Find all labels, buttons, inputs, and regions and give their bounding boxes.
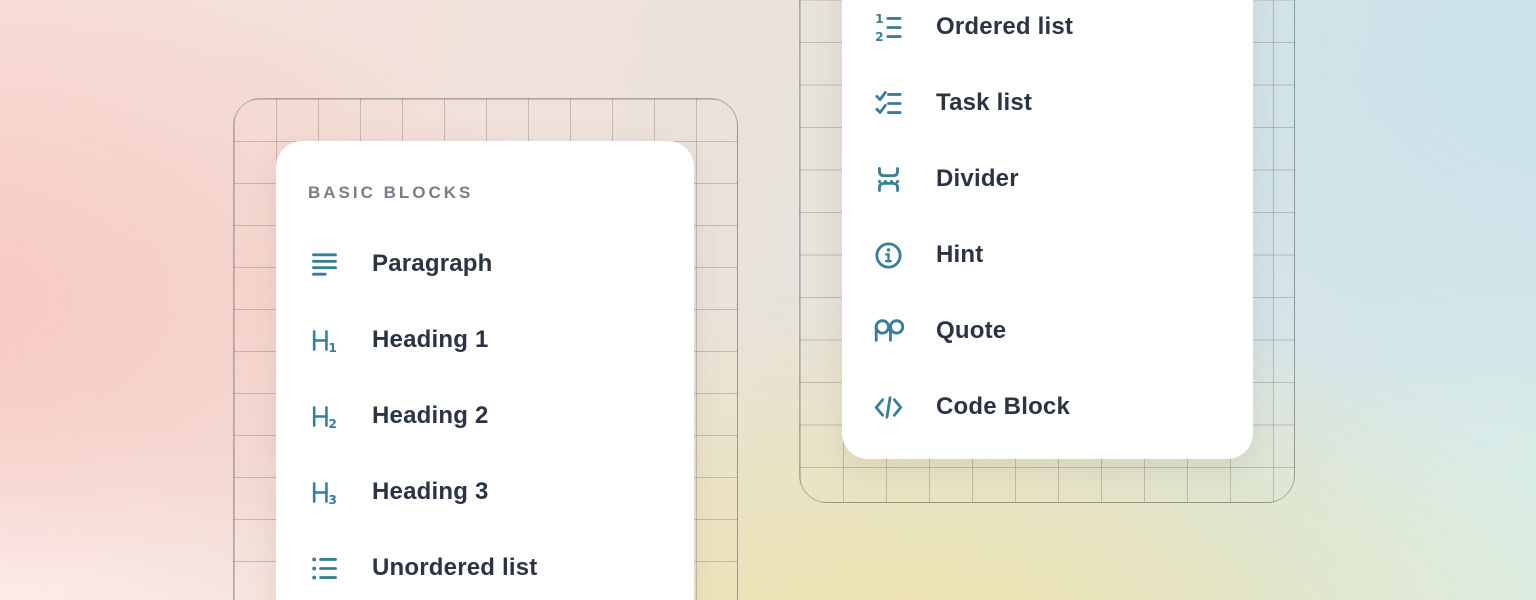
svg-text:1: 1 [328,340,337,354]
menu-item-heading-1[interactable]: 1 Heading 1 [308,302,694,378]
quote-icon [872,315,904,347]
hint-icon [872,239,904,271]
heading-1-icon: 1 [308,324,340,356]
menu-item-divider[interactable]: Divider [872,141,1253,217]
menu-item-unordered-list[interactable]: Unordered list [308,530,694,600]
menu-item-label: Hint [936,241,983,269]
background-gradient: { "left_panel": { "section_label": "BASI… [0,0,1536,600]
svg-text:2: 2 [328,416,337,430]
svg-text:2: 2 [875,29,884,42]
menu-item-code-block[interactable]: Code Block [872,369,1253,445]
menu-item-label: Heading 2 [372,402,489,430]
menu-item-label: Paragraph [372,250,493,278]
menu-item-ordered-list[interactable]: 12 Ordered list [872,0,1253,65]
blocks-menu-list: 12 Ordered list Task list Divider Hint Q… [872,0,1253,445]
basic-blocks-menu-card: BASIC BLOCKS Paragraph 1 Heading 1 2 Hea… [276,141,694,600]
unordered-list-icon [308,552,340,584]
menu-item-heading-3[interactable]: 3 Heading 3 [308,454,694,530]
heading-3-icon: 3 [308,476,340,508]
menu-item-quote[interactable]: Quote [872,293,1253,369]
svg-text:1: 1 [875,12,884,26]
heading-2-icon: 2 [308,400,340,432]
ordered-list-icon: 12 [872,11,904,43]
menu-item-heading-2[interactable]: 2 Heading 2 [308,378,694,454]
menu-item-task-list[interactable]: Task list [872,65,1253,141]
basic-blocks-menu-list: Paragraph 1 Heading 1 2 Heading 2 3 Head… [308,226,694,600]
menu-item-paragraph[interactable]: Paragraph [308,226,694,302]
code-block-icon [872,391,904,423]
menu-item-hint[interactable]: Hint [872,217,1253,293]
divider-icon [872,163,904,195]
svg-text:3: 3 [328,492,337,506]
menu-item-label: Heading 1 [372,326,489,354]
paragraph-icon [308,248,340,280]
menu-item-label: Unordered list [372,554,538,582]
section-label-basic-blocks: BASIC BLOCKS [308,183,694,203]
menu-item-label: Heading 3 [372,478,489,506]
menu-item-label: Ordered list [936,13,1073,41]
menu-item-label: Divider [936,165,1019,193]
blocks-menu-card: 12 Ordered list Task list Divider Hint Q… [842,0,1253,459]
menu-item-label: Code Block [936,393,1070,421]
task-list-icon [872,87,904,119]
menu-item-label: Task list [936,89,1032,117]
menu-item-label: Quote [936,317,1006,345]
